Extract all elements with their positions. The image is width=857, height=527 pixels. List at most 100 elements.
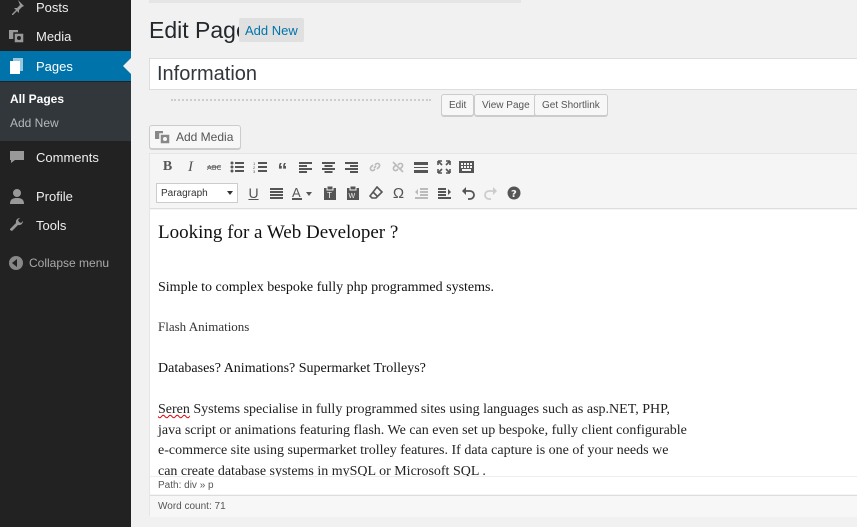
underline-icon: U [248,185,259,201]
current-menu-arrow [123,58,131,74]
italic-button[interactable]: I [179,156,202,179]
format-select-value: Paragraph [161,187,208,199]
indent-icon [438,187,451,199]
media-icon [7,26,27,46]
undo-button[interactable] [456,182,479,205]
clipboard-icon: T [323,186,336,200]
fullscreen-icon [436,160,451,174]
text-color-button[interactable]: A [288,182,318,205]
indent-button[interactable] [433,182,456,205]
redo-icon [483,187,497,200]
align-left-icon [299,161,312,173]
menu-label-pages: Pages [36,58,73,74]
submenu-all-pages[interactable]: All Pages [10,92,64,106]
format-select[interactable]: Paragraph [156,183,238,203]
page-title: Edit Page [149,17,249,43]
align-center-icon [322,161,335,173]
align-center-button[interactable] [317,156,340,179]
collapse-menu-label: Collapse menu [29,256,110,270]
fullscreen-button[interactable] [432,156,455,179]
menu-item-comments[interactable]: Comments [0,142,131,172]
align-left-button[interactable] [294,156,317,179]
align-right-icon [345,161,358,173]
svg-text:W: W [348,193,355,200]
eraser-icon [368,186,383,199]
paste-text-button[interactable]: T [318,182,341,205]
link-icon [369,162,380,172]
insert-link-button[interactable] [363,156,386,179]
main-content: Edit Page Add New Information Edit View … [131,0,857,527]
comment-icon [7,147,27,167]
content-paragraph-4: Seren Systems specialise in fully progra… [158,400,688,476]
strikethrough-button[interactable]: ABC [202,156,225,179]
read-more-button[interactable] [409,156,432,179]
bullet-list-icon [230,161,244,173]
menu-label-profile: Profile [36,188,73,204]
content-paragraph-3: Databases? Animations? Supermarket Troll… [158,361,426,376]
add-new-page-button[interactable]: Add New [239,18,304,42]
menu-item-profile[interactable]: Profile [0,181,131,211]
clipboard-word-icon: W [346,186,359,200]
editor-toolbar: B I ABC 123 “ Paragraph U A T W Ω ? [150,154,857,209]
justify-button[interactable] [265,182,288,205]
user-icon [7,186,27,206]
svg-text:?: ? [511,189,517,200]
bold-button[interactable]: B [156,156,179,179]
content-paragraph-1: Simple to complex bespoke fully php prog… [158,280,494,295]
toolbar-row-1: B I ABC 123 “ [156,155,478,181]
underline-button[interactable]: U [242,182,265,205]
content-paragraph-2: Flash Animations [158,319,250,334]
view-page-button[interactable]: View Page [474,94,538,116]
help-icon: ? [507,186,520,200]
remove-link-button[interactable] [386,156,409,179]
add-media-label: Add Media [176,130,234,144]
wrench-icon [7,215,27,235]
menu-label-posts: Posts [36,0,69,15]
svg-text:T: T [327,191,332,200]
outdent-button[interactable] [410,182,433,205]
menu-item-posts[interactable]: Posts [0,0,131,22]
menu-item-pages[interactable]: Pages [0,51,131,81]
editor-content[interactable]: Looking for a Web Developer ? Simple to … [150,210,857,476]
menu-label-tools: Tools [36,217,67,233]
menu-label-comments: Comments [36,149,99,165]
keyboard-icon [459,161,474,173]
collapse-menu-button[interactable]: Collapse menu [0,252,131,274]
align-right-button[interactable] [340,156,363,179]
edit-permalink-button[interactable]: Edit [441,94,475,116]
pages-submenu: All Pages Add New [0,82,131,141]
content-heading: Looking for a Web Developer ? [158,222,399,243]
chevron-down-icon [227,191,233,195]
italic-icon: I [188,158,193,175]
misspelled-word[interactable]: Seren [158,402,190,417]
visual-editor: B I ABC 123 “ Paragraph U A T W Ω ? Look… [149,153,857,517]
numbered-list-button[interactable]: 123 [248,156,271,179]
toolbar-toggle-button[interactable] [455,156,478,179]
undo-icon [461,187,475,200]
strikethrough-icon: ABC [206,164,221,172]
post-title-input[interactable]: Information [149,58,857,90]
omega-icon: Ω [392,184,405,202]
special-character-button[interactable]: Ω [387,182,410,205]
svg-text:A: A [292,186,301,200]
paste-word-button[interactable]: W [341,182,364,205]
menu-item-tools[interactable]: Tools [0,210,131,240]
numbered-list-icon: 123 [253,161,267,173]
top-notice-strip [149,0,521,3]
outdent-icon [415,187,428,199]
submenu-add-new[interactable]: Add New [10,116,59,130]
svg-text:3: 3 [253,169,256,173]
blockquote-button[interactable]: “ [271,156,294,181]
clear-formatting-button[interactable] [364,182,387,205]
text-color-icon: A [292,186,312,200]
word-count: Word count: 71 [150,495,857,517]
add-media-button[interactable]: Add Media [149,125,242,149]
admin-sidebar: Posts Media Pages All Pages Add New Comm… [0,0,131,527]
justify-icon [270,187,283,199]
menu-item-media[interactable]: Media [0,21,131,51]
help-button[interactable]: ? [502,182,525,205]
bullet-list-button[interactable] [225,156,248,179]
redo-button[interactable] [479,182,502,205]
get-shortlink-button[interactable]: Get Shortlink [534,94,608,116]
collapse-arrow-icon [9,256,23,270]
